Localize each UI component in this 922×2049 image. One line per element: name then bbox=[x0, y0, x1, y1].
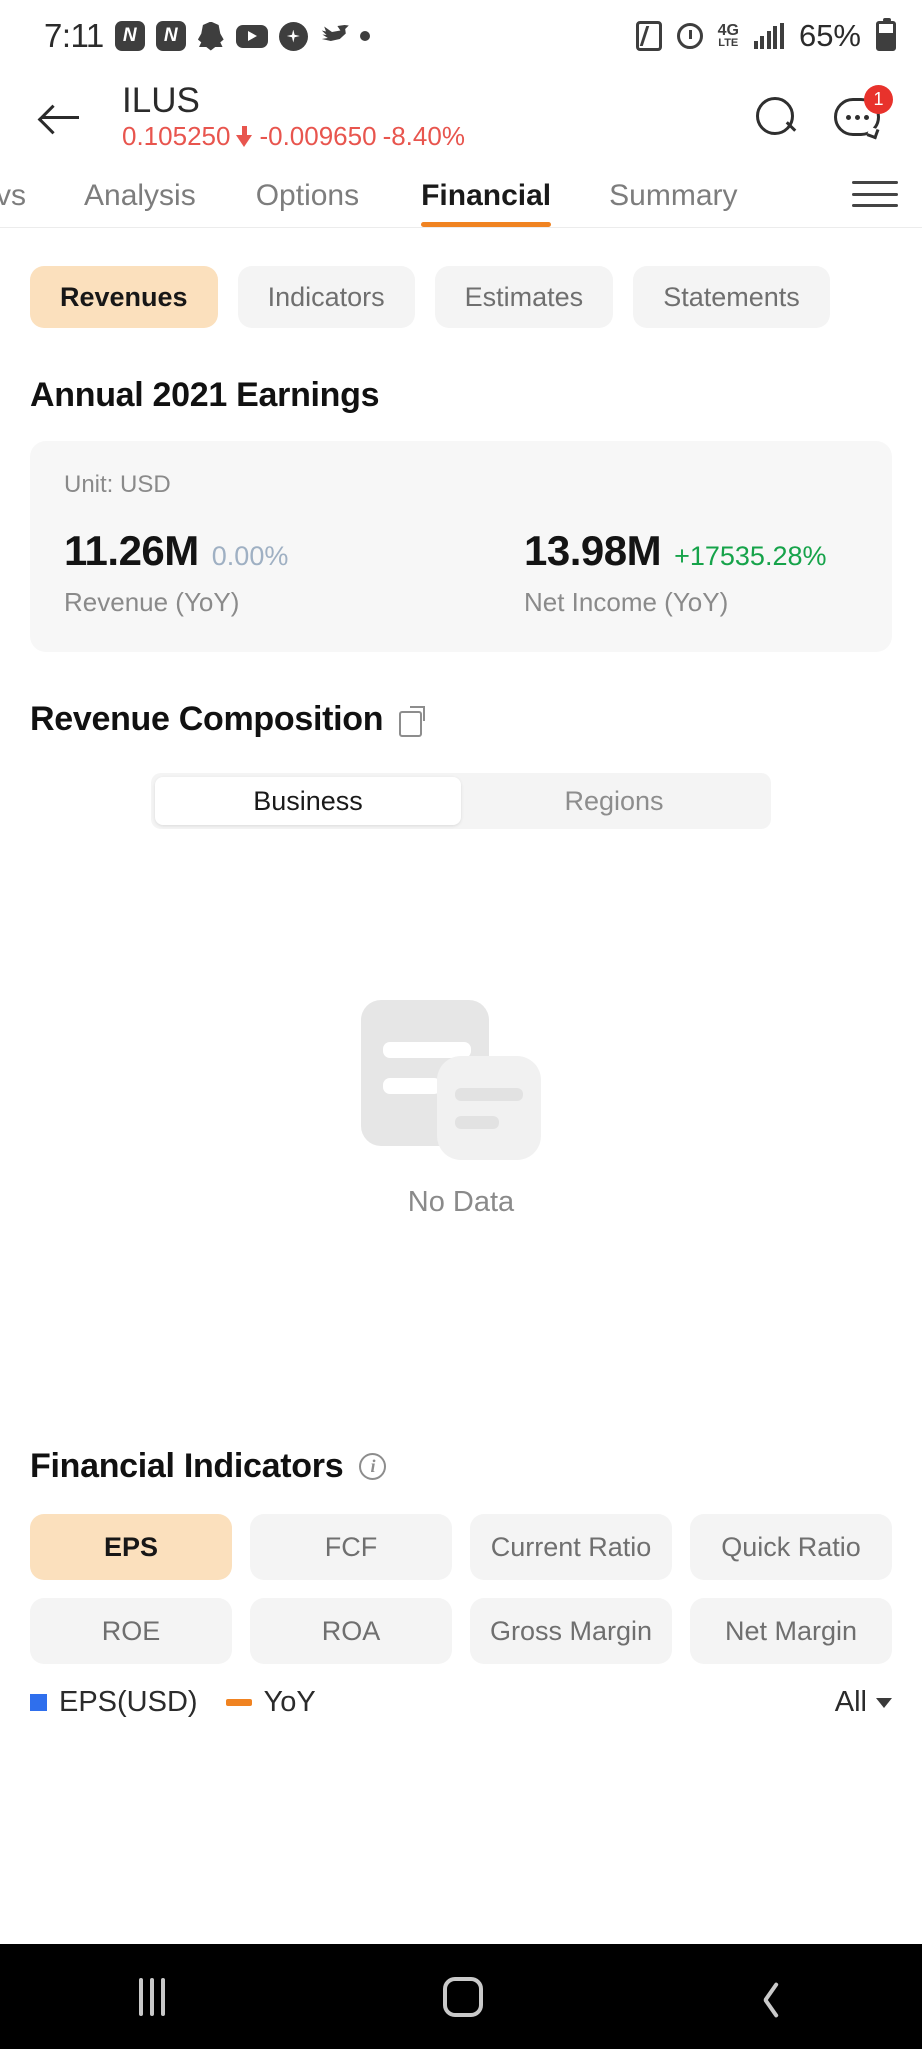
composition-empty-state: No Data bbox=[30, 829, 892, 1389]
share-export-icon[interactable] bbox=[399, 705, 426, 737]
subtab-statements[interactable]: Statements bbox=[633, 266, 830, 328]
sub-tab-row: Revenues Indicators Estimates Statements bbox=[30, 266, 892, 328]
news-app-icon: N bbox=[114, 21, 145, 51]
app-header: ILUS 0.105250 -0.009650 -8.40% 1 bbox=[0, 72, 922, 162]
chat-tail-icon bbox=[866, 126, 880, 140]
home-icon[interactable] bbox=[443, 1976, 483, 2017]
notification-badge: 1 bbox=[864, 85, 893, 114]
indicator-chip-net-margin[interactable]: Net Margin bbox=[690, 1598, 892, 1664]
earnings-title: Annual 2021 Earnings bbox=[30, 376, 380, 414]
range-selector[interactable]: All bbox=[835, 1686, 892, 1719]
legend-swatch-yoy-icon bbox=[225, 1699, 252, 1706]
price-down-arrow-icon bbox=[236, 125, 253, 148]
tab-news[interactable]: vs bbox=[0, 179, 26, 227]
legend-label-yoy: YoY bbox=[263, 1686, 316, 1718]
earnings-unit-label: Unit: USD bbox=[64, 471, 171, 498]
phone-screen: 7:11 N N 4G LTE 65% ILUS 0.105250 -0.009… bbox=[0, 0, 922, 2049]
tab-financial[interactable]: Financial bbox=[421, 179, 552, 227]
net-income-value: 13.98M bbox=[524, 527, 662, 574]
snapchat-icon bbox=[197, 21, 225, 51]
battery-percent-label: 65% bbox=[798, 18, 861, 53]
ticker-symbol: ILUS bbox=[122, 81, 200, 121]
metric-revenue: 11.26M 0.00% Revenue (YoY) bbox=[64, 527, 524, 618]
messages-button[interactable]: 1 bbox=[834, 85, 893, 140]
indicator-chip-grid: EPS FCF Current Ratio Quick Ratio ROE RO… bbox=[30, 1514, 892, 1664]
news-app-icon-2: N bbox=[155, 21, 186, 51]
no-data-text: No Data bbox=[407, 1185, 515, 1218]
revenue-value: 11.26M bbox=[64, 527, 199, 574]
range-selector-label: All bbox=[834, 1686, 867, 1718]
back-icon[interactable] bbox=[761, 1979, 783, 2015]
dot-icon bbox=[359, 31, 370, 41]
revenue-label: Revenue (YoY) bbox=[64, 587, 240, 617]
indicator-chip-fcf[interactable]: FCF bbox=[250, 1514, 452, 1580]
indicator-chip-gross-margin[interactable]: Gross Margin bbox=[470, 1598, 672, 1664]
financial-indicators-header: Financial Indicators i bbox=[30, 1447, 892, 1486]
status-time: 7:11 bbox=[44, 17, 104, 54]
compass-icon bbox=[278, 21, 308, 51]
ticker-price: 0.105250 bbox=[122, 120, 231, 151]
chart-legend: EPS(USD) YoY All bbox=[30, 1686, 892, 1719]
recent-apps-icon[interactable] bbox=[139, 1977, 165, 2016]
segment-business[interactable]: Business bbox=[155, 777, 461, 825]
metric-net-income: 13.98M +17535.28% Net Income (YoY) bbox=[524, 527, 826, 618]
legend-swatch-eps-icon bbox=[30, 1694, 47, 1711]
back-arrow-icon bbox=[41, 102, 81, 132]
network-type-icon: 4G LTE bbox=[717, 22, 739, 50]
indicator-chip-roe[interactable]: ROE bbox=[30, 1598, 232, 1664]
subtab-indicators[interactable]: Indicators bbox=[237, 266, 415, 328]
financial-indicators-title: Financial Indicators bbox=[30, 1447, 344, 1485]
subtab-revenues[interactable]: Revenues bbox=[30, 266, 218, 328]
android-nav-bar bbox=[0, 1944, 922, 2049]
net-income-label: Net Income (YoY) bbox=[524, 587, 729, 617]
chevron-down-icon bbox=[876, 1697, 892, 1708]
content-area: Revenues Indicators Estimates Statements… bbox=[0, 228, 922, 1944]
revenue-change: 0.00% bbox=[211, 541, 289, 571]
tab-options[interactable]: Options bbox=[256, 179, 359, 227]
youtube-icon bbox=[235, 24, 268, 48]
main-tab-bar: vs Analysis Options Financial Summary bbox=[0, 162, 922, 228]
segment-regions[interactable]: Regions bbox=[461, 777, 767, 825]
ticker-quote: 0.105250 -0.009650 -8.40% bbox=[122, 120, 465, 152]
ticker-change: -0.009650 bbox=[259, 120, 377, 151]
tab-summary[interactable]: Summary bbox=[609, 179, 737, 227]
header-actions: 1 bbox=[754, 85, 893, 140]
back-button[interactable] bbox=[30, 86, 92, 148]
indicator-chip-roa[interactable]: ROA bbox=[250, 1598, 452, 1664]
earnings-card: Unit: USD 11.26M 0.00% Revenue (YoY) 13.… bbox=[30, 441, 892, 652]
revenue-composition-header: Revenue Composition bbox=[30, 700, 892, 739]
net-income-change: +17535.28% bbox=[674, 541, 827, 571]
twitter-icon bbox=[319, 24, 349, 49]
composition-segment-control: Business Regions bbox=[151, 773, 771, 829]
indicator-chip-current-ratio[interactable]: Current Ratio bbox=[470, 1514, 672, 1580]
ticker-info[interactable]: ILUS 0.105250 -0.009650 -8.40% bbox=[122, 82, 465, 152]
legend-label-eps: EPS(USD) bbox=[59, 1686, 198, 1718]
hamburger-menu-icon[interactable] bbox=[852, 181, 898, 219]
ticker-change-percent: -8.40% bbox=[382, 120, 465, 151]
indicator-chip-quick-ratio[interactable]: Quick Ratio bbox=[690, 1514, 892, 1580]
nfc-icon bbox=[635, 21, 662, 51]
no-data-document-icon bbox=[361, 999, 561, 1160]
legend-item-eps[interactable]: EPS(USD) bbox=[30, 1686, 198, 1719]
search-icon[interactable] bbox=[754, 95, 798, 139]
battery-icon bbox=[876, 18, 896, 51]
alarm-icon bbox=[676, 23, 703, 49]
legend-item-yoy[interactable]: YoY bbox=[225, 1686, 316, 1719]
indicator-chip-eps[interactable]: EPS bbox=[30, 1514, 232, 1580]
subtab-estimates[interactable]: Estimates bbox=[434, 266, 614, 328]
revenue-composition-title: Revenue Composition bbox=[30, 700, 384, 738]
earnings-metrics: 11.26M 0.00% Revenue (YoY) 13.98M +17535… bbox=[64, 527, 858, 618]
signal-strength-icon bbox=[753, 23, 784, 49]
status-bar-left: 7:11 N N bbox=[44, 17, 370, 55]
status-bar-right: 4G LTE 65% bbox=[635, 18, 896, 54]
tab-analysis[interactable]: Analysis bbox=[84, 179, 196, 227]
status-bar: 7:11 N N 4G LTE 65% bbox=[0, 0, 922, 72]
info-icon[interactable]: i bbox=[359, 1453, 387, 1480]
